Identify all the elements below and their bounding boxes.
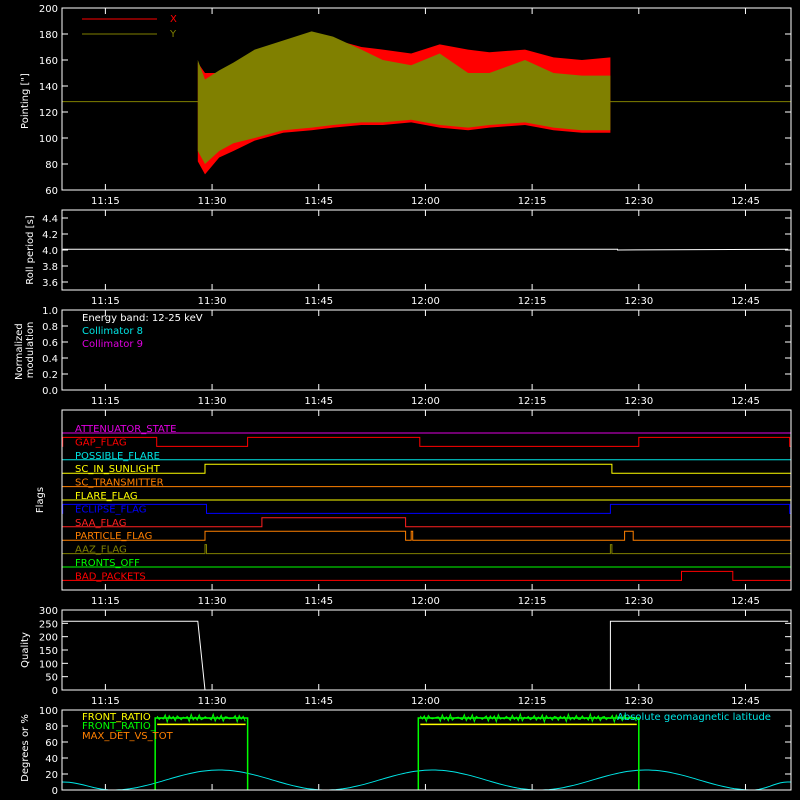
modulation-y-tick-label: 0.6 xyxy=(42,338,58,349)
quality-y-title: Quality xyxy=(20,632,31,668)
pointing-y-tick-label: 80 xyxy=(45,160,58,171)
modulation-y-tick-label: 0.2 xyxy=(42,370,58,381)
flag-label: FRONTS_OFF xyxy=(75,558,140,569)
quality-x-tick-label: 11:15 xyxy=(91,696,120,707)
flag-label: ECLIPSE_FLAG xyxy=(75,504,146,515)
flags-x-tick-label: 12:00 xyxy=(411,596,440,607)
legend-y-label: Y xyxy=(169,29,177,40)
flags-x-tick-label: 11:30 xyxy=(198,596,227,607)
ratios-y-tick-label: 40 xyxy=(45,754,58,765)
legend-x-label: X xyxy=(170,14,177,25)
modulation-y-tick-label: 0.0 xyxy=(42,386,58,397)
modulation-x-tick-label: 11:45 xyxy=(304,396,333,407)
roll-x-tick-label: 12:30 xyxy=(624,296,653,307)
rhessi-summary-plot: X Y 6080100120140160180200 11:15 11:30 11:… xyxy=(0,0,800,800)
flags-x-tick-label: 11:15 xyxy=(91,596,120,607)
ratios-y-title: Degrees or % xyxy=(20,714,31,782)
pointing-y-tick-label: 120 xyxy=(39,108,58,119)
modulation-y-title-1: Normalized xyxy=(14,323,25,380)
pointing-y-tick-label: 60 xyxy=(45,186,58,197)
quality-y-tick-label: 200 xyxy=(39,633,58,644)
flag-label: POSSIBLE_FLARE xyxy=(75,451,160,462)
quality-y-tick-label: 100 xyxy=(39,659,58,670)
flag-label: ATTENUATOR_STATE xyxy=(75,424,176,435)
roll-x-tick-label: 12:15 xyxy=(518,296,547,307)
flag-label: PARTICLE_FLAG xyxy=(75,531,152,542)
roll-x-tick-label: 12:45 xyxy=(731,296,760,307)
quality-y-tick-label: 50 xyxy=(45,673,58,684)
roll-x-tick-label: 11:15 xyxy=(91,296,120,307)
pointing-x-tick-label: 12:30 xyxy=(624,196,653,207)
flags-x-tick-label: 12:15 xyxy=(518,596,547,607)
modulation-y-tick-label: 1.0 xyxy=(42,306,58,317)
roll-y-tick-label: 3.8 xyxy=(42,262,58,273)
pointing-x-tick-label: 12:00 xyxy=(411,196,440,207)
quality-y-tick-label: 300 xyxy=(39,606,58,617)
pointing-x-tick-label: 11:15 xyxy=(91,196,120,207)
roll-y-title: Roll period [s] xyxy=(25,215,36,284)
flag-label: FLARE_FLAG xyxy=(75,491,138,502)
flag-label: AAZ_FLAG xyxy=(75,545,127,556)
flag-label: SAA_FLAG xyxy=(75,518,126,529)
pointing-x-tick-label: 11:30 xyxy=(198,196,227,207)
modulation-x-tick-label: 12:45 xyxy=(731,396,760,407)
pointing-y-title: Pointing ["] xyxy=(20,73,31,129)
roll-x-tick-label: 12:00 xyxy=(411,296,440,307)
quality-y-tick-label: 0 xyxy=(52,686,58,697)
pointing-y-tick-label: 140 xyxy=(39,82,58,93)
flags-x-tick-label: 12:45 xyxy=(731,596,760,607)
roll-y-tick-label: 3.6 xyxy=(42,278,58,289)
modulation-y-tick-label: 0.8 xyxy=(42,322,58,333)
modulation-y-tick-label: 0.4 xyxy=(42,354,58,365)
pointing-y-tick-label: 180 xyxy=(39,30,58,41)
ratios-y-tick-label: 0 xyxy=(52,786,58,797)
flag-label: SC_TRANSMITTER xyxy=(75,478,164,489)
flags-x-tick-label: 12:30 xyxy=(624,596,653,607)
roll-y-tick-label: 4.2 xyxy=(42,230,58,241)
energy-band-label: Energy band: 12-25 keV xyxy=(82,313,203,324)
pointing-x-tick-label: 12:15 xyxy=(518,196,547,207)
roll-x-tick-label: 11:45 xyxy=(304,296,333,307)
ratios-y-tick-label: 80 xyxy=(45,722,58,733)
ratios-y-tick-label: 100 xyxy=(39,706,58,717)
flag-label: GAP_FLAG xyxy=(75,437,127,448)
max-det-label: MAX_DET_VS_TOT xyxy=(82,731,174,742)
quality-x-tick-label: 12:30 xyxy=(624,696,653,707)
modulation-x-tick-label: 12:15 xyxy=(518,396,547,407)
flag-label: SC_IN_SUNLIGHT xyxy=(75,464,161,475)
modulation-y-title: Normalized modulation xyxy=(14,320,36,380)
flags-y-title: Flags xyxy=(35,487,46,513)
pointing-x-tick-label: 11:45 xyxy=(304,196,333,207)
collimator-9-label: Collimator 9 xyxy=(82,339,143,350)
pointing-y-tick-label: 100 xyxy=(39,134,58,145)
roll-y-tick-label: 4.0 xyxy=(42,246,58,257)
modulation-y-title-2: modulation xyxy=(25,322,36,379)
modulation-x-tick-label: 12:30 xyxy=(624,396,653,407)
quality-x-tick-label: 12:45 xyxy=(731,696,760,707)
pointing-y-tick-label: 200 xyxy=(39,4,58,15)
modulation-x-tick-label: 11:30 xyxy=(198,396,227,407)
pointing-x-tick-label: 12:45 xyxy=(731,196,760,207)
quality-x-tick-label: 11:30 xyxy=(198,696,227,707)
flag-label: BAD_PACKETS xyxy=(75,571,146,582)
collimator-8-label: Collimator 8 xyxy=(82,326,143,337)
quality-x-tick-label: 12:15 xyxy=(518,696,547,707)
geomag-latitude-label: Absolute geomagnetic latitude xyxy=(617,712,771,723)
quality-y-tick-label: 150 xyxy=(39,646,58,657)
roll-x-tick-label: 11:30 xyxy=(198,296,227,307)
ratios-y-tick-label: 60 xyxy=(45,738,58,749)
quality-y-tick-label: 250 xyxy=(39,619,58,630)
ratios-y-tick-label: 20 xyxy=(45,770,58,781)
flags-x-tick-label: 11:45 xyxy=(304,596,333,607)
modulation-x-tick-label: 12:00 xyxy=(411,396,440,407)
roll-y-tick-label: 4.4 xyxy=(42,214,58,225)
quality-x-tick-label: 11:45 xyxy=(304,696,333,707)
pointing-y-tick-label: 160 xyxy=(39,56,58,67)
quality-x-tick-label: 12:00 xyxy=(411,696,440,707)
modulation-x-tick-label: 11:15 xyxy=(91,396,120,407)
